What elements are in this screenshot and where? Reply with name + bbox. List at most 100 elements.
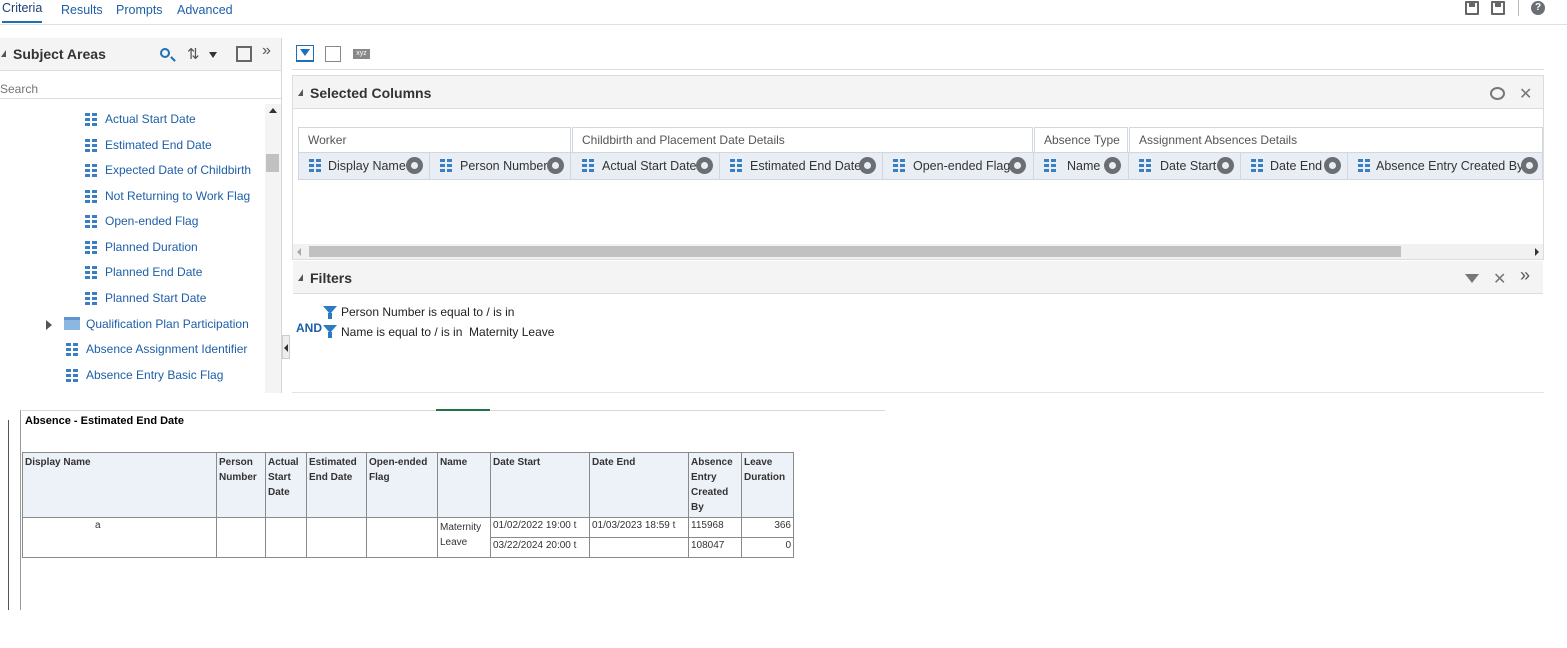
tab-divider	[0, 24, 1567, 25]
column-person-number[interactable]: Person Number	[430, 152, 571, 180]
date-start-cell: 03/22/2024 20:00 t	[490, 537, 590, 558]
report-header-cell: Leave Duration	[741, 452, 794, 518]
column-icon	[1139, 159, 1152, 172]
report-title: Absence - Estimated End Date	[25, 415, 184, 427]
subject-areas-title: Subject Areas	[13, 46, 106, 62]
save-as-icon[interactable]	[1491, 1, 1505, 15]
selected-columns-header	[293, 76, 1543, 109]
column-icon	[730, 159, 743, 172]
chevron-down-icon[interactable]	[209, 52, 217, 58]
tree-scrollbar[interactable]	[265, 104, 281, 393]
search-icon[interactable]	[160, 48, 176, 62]
collapse-triangle-icon[interactable]	[298, 89, 303, 96]
date-start-cell: 01/02/2022 19:00 t	[490, 517, 590, 538]
report-header-row: Display Name Person Number Actual Start …	[22, 452, 794, 518]
tab-results[interactable]: Results	[61, 3, 103, 17]
collapse-triangle-icon[interactable]	[1, 50, 6, 57]
sheet-column-marker	[436, 409, 490, 411]
filter-name[interactable]: Name is equal to / is in Maternity Leave	[341, 325, 554, 339]
gear-icon[interactable]	[1324, 157, 1341, 174]
sheet-row-marks	[8, 420, 12, 610]
remove-all-filters-icon[interactable]: ✕	[1493, 269, 1506, 289]
estimated-end-date-cell	[306, 517, 367, 558]
column-icon	[66, 369, 79, 382]
column-icon	[85, 241, 98, 254]
panel-splitter[interactable]	[282, 335, 290, 359]
panel-bottom-border	[292, 392, 1544, 393]
columns-scrollbar[interactable]	[293, 244, 1543, 259]
column-name[interactable]: Name	[1034, 152, 1129, 180]
gear-icon[interactable]	[859, 157, 876, 174]
filter-funnel-icon	[323, 325, 337, 338]
gear-icon[interactable]	[1104, 157, 1121, 174]
remove-all-columns-icon[interactable]: ✕	[1519, 84, 1532, 104]
display-name-cell: a	[22, 517, 217, 558]
column-absence-entry-created-by[interactable]: Absence Entry Created By	[1348, 152, 1543, 180]
filter-toolbar-icon[interactable]	[296, 45, 314, 62]
gear-icon[interactable]	[1521, 157, 1538, 174]
column-date-start[interactable]: Date Start	[1129, 152, 1241, 180]
column-icon	[1044, 159, 1057, 172]
collapse-triangle-icon[interactable]	[298, 274, 303, 281]
group-absence-type: Absence Type	[1034, 127, 1128, 153]
created-by-cell: 108047	[688, 537, 742, 558]
save-icon[interactable]	[1465, 1, 1479, 15]
report-header-cell: Display Name	[22, 452, 217, 518]
xyz-icon[interactable]: xyz	[353, 49, 370, 59]
tab-advanced[interactable]: Advanced	[177, 3, 233, 17]
group-childbirth-and-placement-date-details: Childbirth and Placement Date Details	[572, 127, 1033, 153]
table-row: a Maternity Leave 01/02/2022 19:00 t 01/…	[22, 517, 794, 558]
column-icon	[1358, 159, 1371, 172]
gear-icon[interactable]	[1009, 157, 1026, 174]
gear-icon[interactable]	[1217, 157, 1234, 174]
report-header-cell: Person Number	[216, 452, 266, 518]
tree-scrollbar-thumb[interactable]	[266, 154, 279, 172]
report-table: Display Name Person Number Actual Start …	[22, 452, 794, 558]
group-assignment-absences-details: Assignment Absences Details	[1129, 127, 1543, 153]
add-subject-area-icon[interactable]	[236, 46, 252, 62]
tab-prompts[interactable]: Prompts	[116, 3, 163, 17]
column-icon	[85, 292, 98, 305]
filter-and-operator[interactable]: AND	[296, 321, 322, 335]
column-open-ended-flag[interactable]: Open-ended Flag	[883, 152, 1034, 180]
toolbar-divider	[292, 69, 1544, 70]
column-icon	[66, 343, 79, 356]
report-header-cell: Estimated End Date	[306, 452, 367, 518]
column-icon	[893, 159, 906, 172]
sort-icon[interactable]: ⇅	[187, 45, 200, 63]
help-icon[interactable]: ?	[1531, 1, 1545, 15]
toggle-visibility-icon[interactable]	[1490, 87, 1505, 100]
toolbar-divider	[1518, 0, 1519, 16]
folder-icon	[64, 317, 80, 330]
group-worker: Worker	[298, 127, 571, 153]
tab-criteria[interactable]: Criteria	[2, 1, 43, 23]
edit-formula-icon[interactable]	[325, 46, 341, 62]
column-display-name[interactable]: Display Name	[299, 152, 430, 180]
column-icon	[440, 159, 453, 172]
columns-scrollbar-thumb[interactable]	[309, 246, 1401, 257]
filter-funnel-icon	[323, 306, 337, 319]
gear-icon[interactable]	[696, 157, 713, 174]
search-input[interactable]	[0, 79, 281, 99]
sheet-row-gutter	[20, 410, 21, 610]
gear-icon[interactable]	[547, 157, 564, 174]
add-filter-icon[interactable]	[1465, 274, 1479, 283]
report-header-cell: Open-ended Flag	[366, 452, 438, 518]
column-date-end[interactable]: Date End	[1241, 152, 1348, 180]
column-estimated-end-date[interactable]: Estimated End Date	[720, 152, 883, 180]
gear-icon[interactable]	[406, 157, 423, 174]
created-by-cell: 115968	[688, 517, 742, 538]
filter-person-number[interactable]: Person Number is equal to / is in	[341, 305, 514, 319]
column-actual-start-date[interactable]: Actual Start Date	[572, 152, 720, 180]
column-icon	[85, 164, 98, 177]
column-icon	[582, 159, 595, 172]
report-header-cell: Name	[437, 452, 491, 518]
expand-panel-icon[interactable]: »	[262, 42, 271, 60]
column-icon	[85, 190, 98, 203]
report-header-cell: Date Start	[490, 452, 590, 518]
report-header-cell: Date End	[589, 452, 689, 518]
report-header-cell: Absence Entry Created By	[688, 452, 742, 518]
expand-filters-icon[interactable]: »	[1520, 265, 1530, 286]
column-icon	[85, 266, 98, 279]
expand-folder-icon[interactable]	[46, 320, 52, 330]
